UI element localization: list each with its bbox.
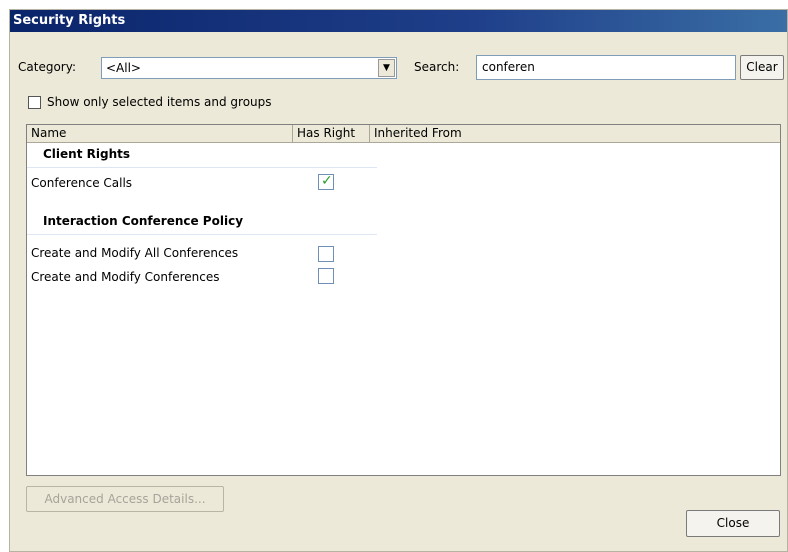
- clear-button[interactable]: Clear: [740, 55, 784, 80]
- row-conference-calls[interactable]: Conference Calls: [31, 176, 132, 190]
- close-button[interactable]: Close: [686, 510, 780, 537]
- group-title: Client Rights: [43, 147, 130, 161]
- advanced-access-details-button[interactable]: Advanced Access Details...: [26, 486, 224, 512]
- group-header-interaction-conference-policy: Interaction Conference Policy: [27, 209, 377, 235]
- has-right-checkbox-create-modify-all[interactable]: [318, 246, 334, 262]
- has-right-checkbox-conference-calls[interactable]: ✓: [318, 173, 334, 190]
- category-dropdown[interactable]: <All> ▼: [101, 57, 397, 79]
- security-rights-dialog: Security Rights Category: <All> ▼ Search…: [9, 9, 788, 552]
- show-selected-checkbox[interactable]: [28, 96, 41, 109]
- column-header-inherited-from[interactable]: Inherited From: [370, 125, 780, 142]
- search-input[interactable]: conferen: [476, 55, 736, 80]
- row-create-modify-all-conferences[interactable]: Create and Modify All Conferences: [31, 246, 238, 260]
- row-create-modify-conferences[interactable]: Create and Modify Conferences: [31, 270, 219, 284]
- title-bar: Security Rights: [10, 10, 787, 32]
- category-label: Category:: [18, 60, 76, 74]
- rights-grid: Name Has Right Inherited From Client Rig…: [26, 124, 781, 476]
- check-icon: ✓: [321, 173, 333, 189]
- group-title: Interaction Conference Policy: [43, 214, 244, 228]
- window-title: Security Rights: [13, 13, 126, 28]
- grid-header: Name Has Right Inherited From: [27, 125, 780, 143]
- column-header-name[interactable]: Name: [27, 125, 293, 142]
- show-selected-label: Show only selected items and groups: [47, 95, 272, 109]
- search-value: conferen: [482, 60, 535, 74]
- search-label: Search:: [414, 60, 460, 74]
- group-header-client-rights: Client Rights: [27, 144, 377, 168]
- chevron-down-icon[interactable]: ▼: [378, 59, 395, 77]
- category-value: <All>: [106, 61, 141, 75]
- has-right-checkbox-create-modify[interactable]: [318, 268, 334, 284]
- column-header-has-right[interactable]: Has Right: [293, 125, 370, 142]
